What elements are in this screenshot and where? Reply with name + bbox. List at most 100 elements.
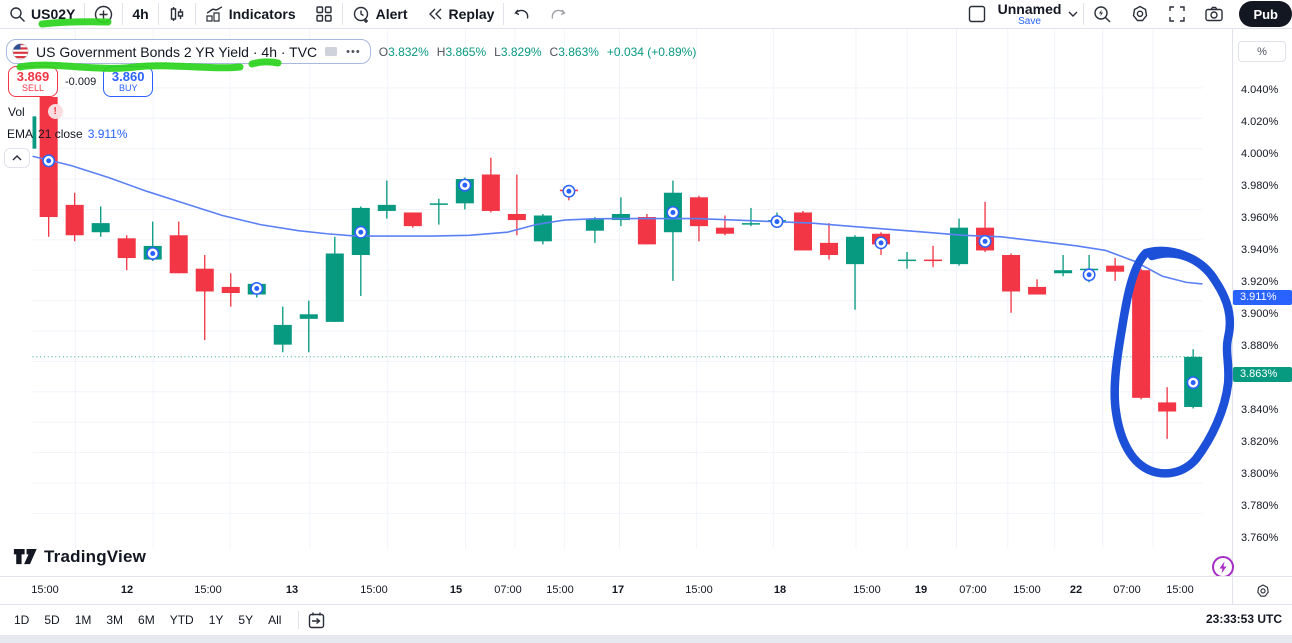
range-buttons: 1D 5D 1M 3M 6M YTD 1Y 5Y All [8,611,290,629]
alert-clock-icon [352,5,371,24]
candle-body [403,212,422,227]
legend-more-button[interactable]: ••• [346,46,361,58]
publish-button[interactable]: Pub [1239,1,1292,27]
price-axis-label: 3.820% [1241,436,1279,448]
price-axis[interactable]: % 4.040% 4.020% 4.000% 3.980% 3.960% 3.940% 3.… [1212,29,1292,578]
time-axis-settings[interactable] [1232,577,1292,605]
chevron-down-icon [1067,10,1079,18]
ema-legend-row[interactable]: EMA 21 close 3.911% [7,127,128,141]
range-button-3m[interactable]: 3M [100,610,129,630]
redo-button[interactable] [540,0,576,28]
us-flag-icon [12,43,29,60]
change-value: +0.034 (+0.89%) [606,44,697,59]
range-button-1d[interactable]: 1D [8,610,35,630]
flash-icon[interactable] [1212,556,1234,578]
bar-marker-dot [774,219,780,225]
price-axis-label: 3.880% [1241,340,1279,352]
undo-icon [513,7,531,22]
collapse-legend-button[interactable] [4,148,30,168]
price-axis-label: 3.940% [1241,244,1279,256]
price-chart-pane[interactable] [0,29,1292,576]
candle-body [950,227,969,265]
fullscreen-icon [1168,5,1186,23]
redo-icon [549,7,567,22]
time-axis-label: 13 [285,584,299,596]
symbol-search-button[interactable]: US02Y [0,0,84,28]
bar-marker-dot [982,238,988,244]
price-axis-label: 3.900% [1241,308,1279,320]
buy-price: 3.860 [111,68,145,84]
candle-body [585,218,604,231]
eye-hidden-icon[interactable] [324,45,339,58]
chart-style-button[interactable] [159,0,195,28]
open-label: O [378,44,389,59]
candle-body [195,268,214,292]
search-icon [9,6,26,23]
compare-add-button[interactable] [85,0,122,28]
interval-label: 4h [132,6,149,22]
range-button-1m[interactable]: 1M [69,610,98,630]
bar-marker-dot [46,158,52,164]
range-button-5d[interactable]: 5D [38,610,65,630]
range-button-1y[interactable]: 1Y [203,610,230,630]
symbol-legend-pill[interactable]: US Government Bonds 2 YR Yield · 4h · TV… [6,39,371,64]
chart-legend: US Government Bonds 2 YR Yield · 4h · TV… [6,39,696,64]
bottom-toolbar: 1D 5D 1M 3M 6M YTD 1Y 5Y All 23:33:53 UTC [0,604,1292,635]
order-panel: 3.869 SELL -0.009 3.860 BUY [8,66,154,97]
range-button-all[interactable]: All [262,610,287,630]
bar-marker-dot [670,210,676,215]
range-button-ytd[interactable]: YTD [164,610,200,630]
candle-body [1132,270,1151,398]
bar-marker-dot [254,285,260,291]
range-button-6m[interactable]: 6M [132,610,161,630]
utc-clock[interactable]: 23:33:53 UTC [1206,612,1282,626]
candle-body [533,215,552,242]
screenshot-button[interactable] [1195,0,1233,28]
candle-body [741,223,760,225]
legend-symbol-title: US Government Bonds 2 YR Yield · 4h · TV… [36,43,318,60]
layout-dropdown-button[interactable] [1063,0,1083,28]
go-to-date-icon[interactable] [307,611,326,630]
candle-body [507,213,526,221]
range-button-5y[interactable]: 5Y [232,610,259,630]
replay-button[interactable]: Replay [417,0,504,28]
buy-button[interactable]: 3.860 BUY [103,66,154,97]
quick-search-icon [1093,5,1112,24]
interval-button[interactable]: 4h [123,0,157,28]
ohlc-row: O3.832% H3.865% L3.829% C3.863% +0.034 (… [379,45,697,59]
sell-button[interactable]: 3.869 SELL [8,66,58,97]
low-value: 3.829% [500,44,542,59]
spread-value: -0.009 [65,75,97,88]
candle-body [715,227,734,234]
undo-button[interactable] [504,0,540,28]
candle-body [221,286,240,294]
quick-search-button[interactable] [1084,0,1121,28]
alert-button[interactable]: Alert [343,0,417,28]
layout-select-button[interactable] [958,0,996,28]
bar-marker-dot [358,229,364,235]
tradingview-logo[interactable]: TradingView [13,546,146,568]
settings-button[interactable] [1121,0,1159,28]
price-axis-label: 3.800% [1241,468,1279,480]
indicators-button[interactable]: Indicators [196,0,342,28]
time-axis-label: 15:00 [546,584,574,596]
time-axis-label: 15:00 [31,584,59,596]
plus-circle-icon [94,5,113,24]
time-axis[interactable]: 15:00 12 15:00 13 15:00 15 07:00 15:00 17 15:00 18… [0,576,1292,605]
open-value: 3.832% [388,44,429,59]
layout-templates-icon[interactable] [315,5,333,23]
save-link[interactable]: Save [1018,16,1041,27]
time-axis-label: 15:00 [360,584,388,596]
fullscreen-button[interactable] [1159,0,1195,28]
price-axis-unit-button[interactable]: % [1238,41,1286,62]
volume-legend-row[interactable]: Vol ! [8,104,63,119]
bar-marker-dot [150,251,156,256]
sell-price: 3.869 [16,68,50,84]
volume-warning-icon[interactable]: ! [47,104,63,119]
layout-name-block[interactable]: Unnamed Save [998,2,1062,27]
candle-body [689,197,708,227]
price-axis-label: 4.000% [1241,148,1279,160]
candle-body [1028,286,1047,295]
price-axis-label: 3.920% [1241,276,1279,288]
candle-body [637,217,656,245]
